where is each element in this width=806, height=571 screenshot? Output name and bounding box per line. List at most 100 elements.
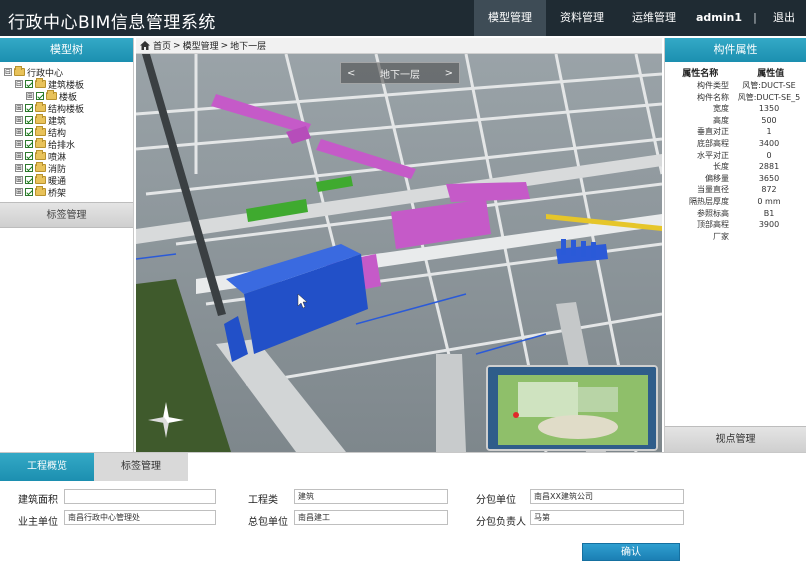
owner-input[interactable] — [64, 510, 216, 525]
breadcrumb-home[interactable]: 首页 — [153, 39, 171, 52]
tree-toggle-icon[interactable]: ⊞ — [15, 116, 23, 124]
tree-toggle-icon[interactable]: ⊞ — [15, 128, 23, 136]
property-name: 偏移量 — [705, 173, 729, 183]
folder-icon — [35, 162, 46, 172]
tree-toggle-icon[interactable]: ⊞ — [15, 104, 23, 112]
property-value: 0 — [766, 150, 772, 160]
tab-project-overview[interactable]: 工程概览 — [0, 453, 94, 481]
floor-selector[interactable]: < 地下一层 > — [340, 62, 460, 84]
next-floor-button[interactable]: > — [445, 68, 453, 79]
project-overview-panel: 工程概览 标签管理 建筑面积 工程类 分包单位 业主单位 总包单位 分包负责人 … — [0, 452, 806, 571]
property-row: 参照标高 B1 — [665, 208, 806, 220]
nav-operations-manage[interactable]: 运维管理 — [618, 0, 690, 36]
property-name: 水平对正 — [697, 150, 729, 160]
property-value: 2881 — [758, 162, 780, 172]
checkbox-icon[interactable] — [25, 188, 33, 196]
properties-table: 构件类型 风管:DUCT-SE 构件名称 风管:DUCT-SE_5 宽度 1350 高度 50… — [665, 80, 806, 242]
property-value: 1 — [766, 127, 772, 137]
tree-toggle-icon[interactable]: ⊞ — [15, 176, 23, 184]
property-row: 宽度 1350 — [665, 103, 806, 115]
folder-icon — [35, 102, 46, 112]
folder-icon — [35, 138, 46, 148]
folder-icon — [35, 126, 46, 136]
bim-viewport[interactable]: 首页 > 模型管理 > 地下一层 < 地下一层 > — [136, 38, 662, 452]
main-nav: 模型管理 资料管理 运维管理 admin1 | 退出 — [474, 0, 806, 36]
properties-title: 构件属性 — [665, 38, 806, 62]
checkbox-icon[interactable] — [25, 140, 33, 148]
property-row: 垂直对正 1 — [665, 126, 806, 138]
area-label: 建筑面积 — [18, 495, 58, 506]
breadcrumb-model-manage[interactable]: 模型管理 — [183, 39, 219, 52]
minimap[interactable] — [486, 365, 658, 451]
property-value: B1 — [763, 208, 775, 218]
folder-icon — [35, 78, 46, 88]
checkbox-icon[interactable] — [25, 164, 33, 172]
nav-separator: | — [753, 11, 757, 24]
subcontract-lead-input[interactable] — [530, 510, 684, 525]
minimap-image — [488, 367, 656, 449]
property-value: 3900 — [758, 220, 780, 230]
tree-toggle-icon[interactable]: ⊞ — [15, 188, 23, 196]
property-row: 厂家 — [665, 231, 806, 243]
tree-toggle-icon[interactable]: ⊞ — [15, 140, 23, 148]
property-row: 水平对正 0 — [665, 150, 806, 162]
tree-item[interactable]: ⊞ 建筑 — [4, 114, 133, 127]
tree-item[interactable]: ⊞ 暖通 — [4, 174, 133, 187]
checkbox-icon[interactable] — [25, 80, 33, 88]
tree-item[interactable]: ⊞ 桥架 — [4, 186, 133, 199]
folder-icon — [35, 114, 46, 124]
tree-item[interactable]: ⊞ 给排水 — [4, 138, 133, 151]
tag-manage-button[interactable]: 标签管理 — [0, 202, 133, 228]
tree-item[interactable]: ⊞ 楼板 — [4, 90, 133, 103]
folder-icon — [14, 66, 25, 76]
tab-tag-manage[interactable]: 标签管理 — [94, 453, 188, 481]
checkbox-icon[interactable] — [25, 104, 33, 112]
owner-label: 业主单位 — [18, 517, 58, 528]
logout-button[interactable]: 退出 — [762, 0, 806, 36]
tree-item[interactable]: ⊟ 行政中心 — [4, 66, 133, 79]
tree-toggle-icon[interactable]: ⊟ — [4, 68, 12, 76]
bottom-tabs: 工程概览 标签管理 — [0, 453, 806, 481]
property-value: 500 — [761, 115, 777, 125]
folder-icon — [35, 174, 46, 184]
tree-item-label: 桥架 — [48, 188, 67, 199]
confirm-button[interactable]: 确认 — [582, 543, 680, 561]
property-name: 高度 — [713, 115, 729, 125]
tree-item[interactable]: ⊞ 消防 — [4, 162, 133, 175]
general-contractor-label: 总包单位 — [248, 517, 288, 528]
property-name: 隔热层厚度 — [689, 196, 729, 206]
tree-toggle-icon[interactable]: ⊞ — [26, 92, 34, 100]
viewpoint-manage-button[interactable]: 视点管理 — [665, 426, 806, 452]
property-value: 风管:DUCT-SE_5 — [737, 92, 801, 102]
home-icon[interactable] — [140, 41, 150, 50]
checkbox-icon[interactable] — [36, 92, 44, 100]
tree-item[interactable]: ⊞ 结构楼板 — [4, 102, 133, 115]
project-type-label: 工程类 — [248, 495, 278, 506]
nav-document-manage[interactable]: 资料管理 — [546, 0, 618, 36]
property-value: 1350 — [758, 104, 780, 114]
checkbox-icon[interactable] — [25, 128, 33, 136]
property-row: 底部高程 3400 — [665, 138, 806, 150]
nav-model-manage[interactable]: 模型管理 — [474, 0, 546, 36]
project-type-input[interactable] — [294, 489, 448, 504]
prev-floor-button[interactable]: < — [347, 68, 355, 79]
user-name[interactable]: admin1 — [690, 0, 748, 36]
tree-item[interactable]: ⊟ 建筑楼板 — [4, 78, 133, 91]
subcontractor-input[interactable] — [530, 489, 684, 504]
property-value: 3650 — [758, 173, 780, 183]
area-input[interactable] — [64, 489, 216, 504]
model-tree-title: 模型树 — [0, 38, 133, 62]
floor-label: 地下一层 — [380, 69, 420, 81]
compass-icon[interactable] — [146, 400, 186, 440]
checkbox-icon[interactable] — [25, 176, 33, 184]
property-name: 构件类型 — [697, 81, 729, 90]
general-contractor-input[interactable] — [294, 510, 448, 525]
tree-toggle-icon[interactable]: ⊞ — [15, 152, 23, 160]
tree-item[interactable]: ⊞ 结构 — [4, 126, 133, 139]
property-value: 0 mm — [757, 196, 781, 206]
checkbox-icon[interactable] — [25, 116, 33, 124]
tree-toggle-icon[interactable]: ⊟ — [15, 80, 23, 88]
tree-item[interactable]: ⊞ 喷淋 — [4, 150, 133, 163]
tree-toggle-icon[interactable]: ⊞ — [15, 164, 23, 172]
checkbox-icon[interactable] — [25, 152, 33, 160]
